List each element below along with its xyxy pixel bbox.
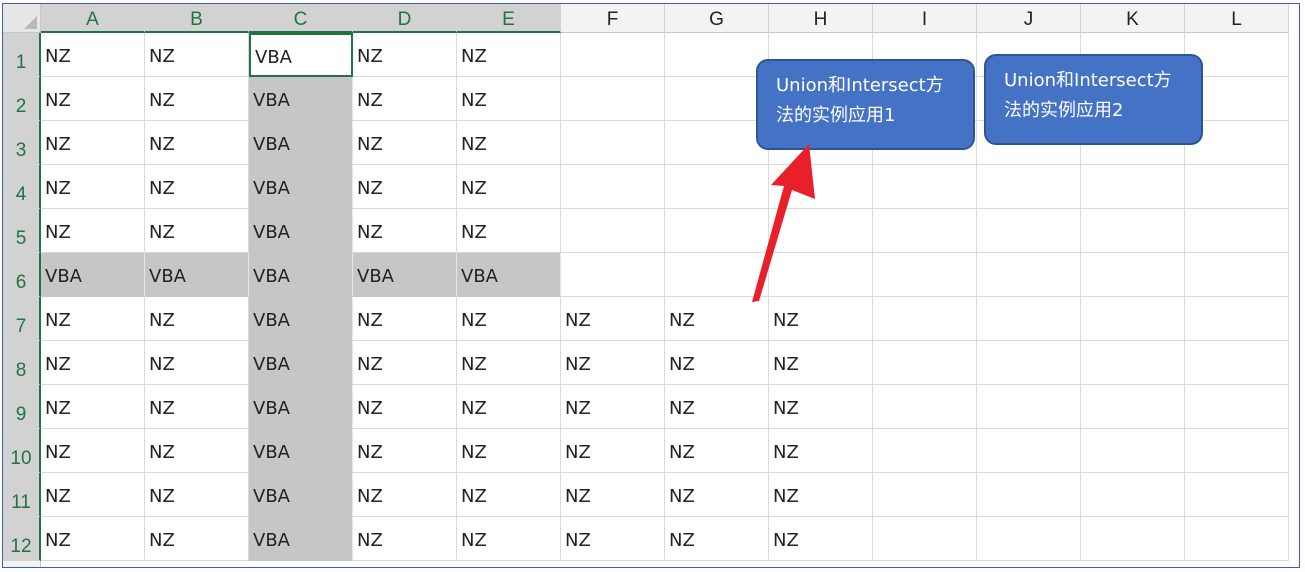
- spreadsheet-window: A B C D E F G H I J K L 1 NZ NZ VBA NZ NZ 2 NZ NZ VBA NZ NZ 3 NZ N…: [2, 3, 1300, 568]
- red-arrow-icon: [752, 144, 815, 302]
